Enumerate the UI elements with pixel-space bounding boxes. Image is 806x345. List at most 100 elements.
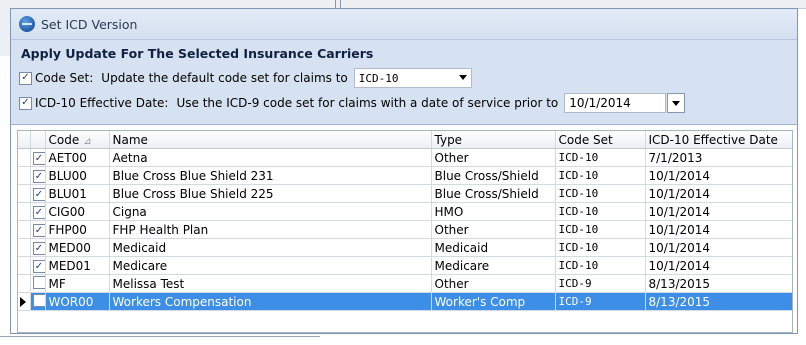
row-checkbox-cell[interactable]: ✓ xyxy=(30,220,46,239)
row-checkbox[interactable] xyxy=(32,275,44,289)
code-set-label: Code Set: xyxy=(35,71,94,85)
cell-code: BLU00 xyxy=(45,166,110,185)
row-checkbox-cell[interactable]: ✓ xyxy=(30,202,46,221)
cell-name: Medicare xyxy=(109,256,432,275)
code-set-dropdown[interactable]: ICD-10 xyxy=(353,68,472,88)
code-set-description: Update the default code set for claims t… xyxy=(101,71,348,85)
table-row[interactable]: MF Melissa Test Other ICD-9 8/13/2015 xyxy=(18,274,792,293)
code-set-option: ✓ Code Set: Update the default code set … xyxy=(19,67,789,89)
cell-code-set: ICD-9 xyxy=(555,274,646,293)
row-indicator xyxy=(18,256,31,275)
row-indicator xyxy=(18,274,31,293)
cell-code-set: ICD-10 xyxy=(555,202,646,221)
current-row-icon xyxy=(20,297,26,307)
cell-code-set: ICD-10 xyxy=(555,166,646,185)
row-indicator xyxy=(18,184,31,203)
row-checkbox-cell[interactable] xyxy=(30,292,46,311)
background-window-edge xyxy=(0,336,320,337)
panel-heading: Apply Update For The Selected Insurance … xyxy=(21,46,374,61)
row-checkbox-cell[interactable]: ✓ xyxy=(30,256,46,275)
cell-effective-date: 10/1/2014 xyxy=(645,220,792,239)
column-header-effective-date[interactable]: ICD-10 Effective Date xyxy=(645,131,792,149)
cell-code: MF xyxy=(45,274,110,293)
effective-date-option: ✓ ICD-10 Effective Date: Use the ICD-9 c… xyxy=(19,92,789,114)
cell-name: Blue Cross Blue Shield 225 xyxy=(109,184,432,203)
cell-name: Blue Cross Blue Shield 231 xyxy=(109,166,432,185)
table-row[interactable]: ✓ AET00 Aetna Other ICD-10 7/1/2013 xyxy=(18,148,792,167)
code-set-checkbox[interactable]: ✓ xyxy=(19,71,32,85)
effective-date-label: ICD-10 Effective Date: xyxy=(35,96,169,110)
grid-header-row: Code ⊿ Name Type Code Set ICD-10 Effectiv… xyxy=(18,131,792,149)
row-checkbox[interactable] xyxy=(32,293,44,307)
chevron-down-icon xyxy=(458,75,467,80)
cell-code: MED00 xyxy=(45,238,110,257)
app-globe-icon xyxy=(19,16,35,32)
chevron-down-icon xyxy=(672,100,681,106)
cell-name: Melissa Test xyxy=(109,274,432,293)
cell-effective-date: 10/1/2014 xyxy=(645,238,792,257)
row-checkbox[interactable]: ✓ xyxy=(32,188,44,202)
cell-type: Blue Cross/Shield xyxy=(431,184,556,203)
effective-date-picker[interactable]: 10/1/2014 xyxy=(564,93,686,113)
row-checkbox[interactable]: ✓ xyxy=(32,170,44,184)
background-splitter xyxy=(335,0,341,8)
cell-code: MED01 xyxy=(45,256,110,275)
cell-code: CIG00 xyxy=(45,202,110,221)
cell-code-set: ICD-10 xyxy=(555,220,646,239)
calendar-dropdown-button[interactable] xyxy=(667,93,686,113)
cell-type: Other xyxy=(431,148,556,167)
table-row[interactable]: WOR00 Workers Compensation Worker's Comp IC… xyxy=(18,292,792,311)
cell-code: BLU01 xyxy=(45,184,110,203)
cell-type: Other xyxy=(431,274,556,293)
cell-name: FHP Health Plan xyxy=(109,220,432,239)
carriers-grid: Code ⊿ Name Type Code Set ICD-10 Effectiv… xyxy=(17,130,793,333)
cell-effective-date: 8/13/2015 xyxy=(645,274,792,293)
table-row[interactable]: ✓ FHP00 FHP Health Plan Other ICD-10 10/1/201… xyxy=(18,220,792,239)
cell-code-set: ICD-10 xyxy=(555,148,646,167)
column-header-name[interactable]: Name xyxy=(109,131,432,149)
row-checkbox[interactable]: ✓ xyxy=(32,260,44,274)
cell-effective-date: 8/13/2015 xyxy=(645,292,792,311)
row-indicator xyxy=(18,202,31,221)
cell-type: HMO xyxy=(431,202,556,221)
select-column-header[interactable] xyxy=(30,131,46,149)
table-row[interactable]: ✓ MED01 Medicare Medicare ICD-10 10/1/2014 xyxy=(18,256,792,275)
row-checkbox-cell[interactable]: ✓ xyxy=(30,148,46,167)
row-checkbox[interactable]: ✓ xyxy=(32,206,44,220)
row-indicator xyxy=(18,148,31,167)
cell-type: Worker's Comp xyxy=(431,292,556,311)
table-row[interactable]: ✓ MED00 Medicaid Medicaid ICD-10 10/1/2014 xyxy=(18,238,792,257)
row-checkbox-cell[interactable]: ✓ xyxy=(30,166,46,185)
row-checkbox[interactable]: ✓ xyxy=(32,152,44,166)
row-indicator xyxy=(18,220,31,239)
effective-date-value: 10/1/2014 xyxy=(569,96,631,110)
table-row[interactable]: ✓ CIG00 Cigna HMO ICD-10 10/1/2014 xyxy=(18,202,792,221)
cell-code: WOR00 xyxy=(45,292,110,311)
effective-date-checkbox[interactable]: ✓ xyxy=(19,96,32,110)
column-header-code[interactable]: Code ⊿ xyxy=(45,131,110,149)
title-bar[interactable]: Set ICD Version xyxy=(11,9,797,40)
cell-type: Other xyxy=(431,220,556,239)
effective-date-description: Use the ICD-9 code set for claims with a… xyxy=(176,96,559,110)
row-indicator xyxy=(18,292,31,311)
set-icd-version-dialog: Set ICD Version Apply Update For The Sel… xyxy=(10,8,798,334)
row-checkbox-cell[interactable]: ✓ xyxy=(30,184,46,203)
table-row[interactable]: ✓ BLU00 Blue Cross Blue Shield 231 Blue Cro… xyxy=(18,166,792,185)
row-checkbox[interactable]: ✓ xyxy=(32,242,44,256)
sort-ascending-icon: ⊿ xyxy=(83,135,92,147)
code-set-value: ICD-10 xyxy=(358,71,399,85)
cell-effective-date: 10/1/2014 xyxy=(645,256,792,275)
cell-code: AET00 xyxy=(45,148,110,167)
row-checkbox[interactable]: ✓ xyxy=(32,224,44,238)
cell-type: Medicaid xyxy=(431,238,556,257)
column-header-code-set[interactable]: Code Set xyxy=(555,131,646,149)
cell-code: FHP00 xyxy=(45,220,110,239)
cell-code-set: ICD-10 xyxy=(555,256,646,275)
table-row[interactable]: ✓ BLU01 Blue Cross Blue Shield 225 Blue Cro… xyxy=(18,184,792,203)
cell-effective-date: 10/1/2014 xyxy=(645,202,792,221)
row-indicator xyxy=(18,238,31,257)
cell-code-set: ICD-10 xyxy=(555,184,646,203)
row-checkbox-cell[interactable] xyxy=(30,274,46,293)
column-header-type[interactable]: Type xyxy=(431,131,556,149)
row-checkbox-cell[interactable]: ✓ xyxy=(30,238,46,257)
